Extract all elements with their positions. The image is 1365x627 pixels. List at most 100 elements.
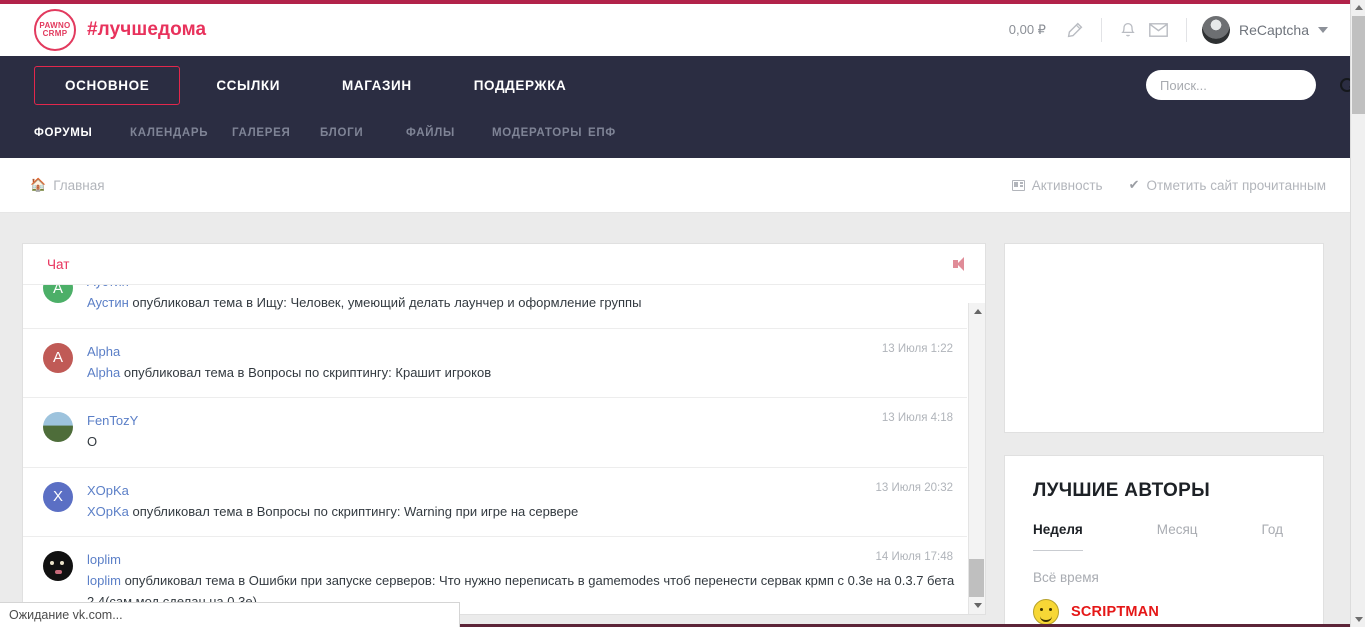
page-content: Чат А Аустин Аустин опубликовал тема в И… bbox=[0, 213, 1350, 625]
header-divider bbox=[1100, 18, 1102, 42]
brand-logo[interactable]: PAWNO CRMP #лучшедома bbox=[34, 9, 206, 51]
message-text: О bbox=[87, 432, 955, 453]
user-menu[interactable]: ReCaptcha bbox=[1201, 16, 1328, 44]
sidebar-item-moderators[interactable]: МОДЕРАТОРЫ bbox=[492, 121, 588, 145]
message-author-inline[interactable]: Аустин bbox=[87, 295, 129, 310]
breadcrumb-actions: Активность ✔ Отметить сайт прочитанным bbox=[1011, 177, 1326, 193]
message-author[interactable]: FenTozY bbox=[87, 413, 138, 428]
main-column: Чат А Аустин Аустин опубликовал тема в И… bbox=[22, 243, 986, 625]
envelope-icon[interactable] bbox=[1143, 15, 1175, 45]
activity-link[interactable]: Активность bbox=[1011, 177, 1103, 193]
message-text: Alpha опубликовал тема в Вопросы по скри… bbox=[87, 363, 955, 384]
mark-site-read-label: Отметить сайт прочитанным bbox=[1146, 177, 1327, 193]
check-icon: ✔ bbox=[1128, 177, 1140, 192]
page-title: ЛУЧШИЕ АВТОРЫ bbox=[1033, 480, 1211, 501]
avatar bbox=[43, 551, 73, 582]
message-author-inline[interactable]: Alpha bbox=[87, 365, 120, 380]
chevron-down-icon bbox=[1318, 27, 1328, 33]
list-item[interactable]: А Аустин Аустин опубликовал тема в Ищу: … bbox=[23, 284, 967, 329]
best-authors-tabs: Неделя Месяц Год bbox=[1005, 522, 1323, 551]
chat-message-area: А Аустин Аустин опубликовал тема в Ищу: … bbox=[23, 284, 985, 614]
list-item[interactable]: FenTozY О 13 Июля 4:18 bbox=[23, 398, 967, 468]
chat-panel: Чат А Аустин Аустин опубликовал тема в И… bbox=[22, 243, 986, 615]
search-container bbox=[1146, 70, 1350, 100]
ad-widget bbox=[1004, 243, 1324, 433]
tab-chat[interactable]: Чат bbox=[47, 257, 69, 272]
sidebar-column: ЛУЧШИЕ АВТОРЫ Неделя Месяц Год Всё время… bbox=[1004, 243, 1324, 625]
avatar: X bbox=[43, 481, 73, 512]
message-author-inline[interactable]: XOpKa bbox=[87, 504, 129, 519]
page-scrollbar[interactable] bbox=[1350, 0, 1365, 627]
page-root: PAWNO CRMP #лучшедома 0,00 ₽ ReCaptcha О… bbox=[0, 0, 1350, 627]
message-timestamp: 14 Июля 17:48 bbox=[875, 551, 953, 564]
logo-line-2: CRMP bbox=[42, 29, 68, 38]
chat-message-list: А Аустин Аустин опубликовал тема в Ищу: … bbox=[23, 284, 967, 614]
avatar: А bbox=[43, 285, 73, 303]
pencil-icon[interactable] bbox=[1060, 15, 1090, 45]
breadcrumb[interactable]: 🏠 Главная bbox=[30, 177, 105, 193]
tab-year[interactable]: Год bbox=[1262, 522, 1284, 551]
chat-scrollbar[interactable] bbox=[968, 303, 985, 614]
nav-item-links[interactable]: ССЫЛКИ bbox=[198, 67, 298, 104]
sidebar-item-gallery[interactable]: ГАЛЕРЕЯ bbox=[232, 121, 320, 145]
message-text: XOpKa опубликовал тема в Вопросы по скри… bbox=[87, 502, 955, 523]
header-actions: 0,00 ₽ ReCaptcha bbox=[1009, 15, 1328, 45]
site-header: PAWNO CRMP #лучшедома 0,00 ₽ ReCaptcha bbox=[0, 4, 1350, 56]
message-author[interactable]: XOpKa bbox=[87, 483, 129, 498]
scroll-down-icon[interactable] bbox=[969, 597, 985, 614]
pawno-crmp-logo-icon: PAWNO CRMP bbox=[34, 9, 76, 51]
scroll-down-icon[interactable] bbox=[1351, 612, 1365, 627]
header-divider-2 bbox=[1185, 18, 1187, 42]
mark-site-read-link[interactable]: ✔ Отметить сайт прочитанным bbox=[1129, 177, 1326, 193]
list-item[interactable]: A Alpha Alpha опубликовал тема в Вопросы… bbox=[23, 329, 967, 399]
scrollbar-thumb[interactable] bbox=[1352, 16, 1365, 114]
scroll-up-icon[interactable] bbox=[969, 303, 985, 320]
activity-icon bbox=[1011, 179, 1025, 191]
secondary-nav: ФОРУМЫ КАЛЕНДАРЬ ГАЛЕРЕЯ БЛОГИ ФАЙЛЫ МОД… bbox=[34, 114, 1316, 158]
scroll-up-icon[interactable] bbox=[1351, 0, 1365, 15]
activity-label: Активность bbox=[1031, 177, 1103, 193]
tab-week[interactable]: Неделя bbox=[1033, 522, 1083, 551]
search-input[interactable] bbox=[1160, 77, 1336, 93]
brand-slogan: #лучшедома bbox=[87, 19, 207, 40]
sidebar-item-calendar[interactable]: КАЛЕНДАРЬ bbox=[130, 121, 232, 145]
avatar bbox=[1201, 16, 1230, 44]
nav-item-support[interactable]: ПОДДЕРЖКА bbox=[456, 67, 585, 104]
message-author[interactable]: Alpha bbox=[87, 344, 120, 359]
speaker-icon[interactable] bbox=[953, 256, 969, 272]
message-author-inline[interactable]: loplim bbox=[87, 573, 121, 588]
sidebar-item-files[interactable]: ФАЙЛЫ bbox=[406, 121, 492, 145]
message-timestamp: 10 Июля 7:05 bbox=[882, 284, 953, 285]
sidebar-item-epf[interactable]: ЕПФ bbox=[588, 121, 616, 145]
sidebar-item-blogs[interactable]: БЛОГИ bbox=[320, 121, 406, 145]
search-box[interactable] bbox=[1146, 70, 1350, 100]
list-item[interactable]: X XOpKa XOpKa опубликовал тема в Вопросы… bbox=[23, 468, 967, 538]
avatar bbox=[43, 412, 73, 443]
message-author[interactable]: Аустин bbox=[87, 285, 129, 289]
sidebar-item-forums[interactable]: ФОРУМЫ bbox=[34, 121, 130, 145]
message-body: О bbox=[87, 434, 98, 450]
message-timestamp: 13 Июля 1:22 bbox=[881, 342, 953, 355]
message-body: опубликовал тема в Ищу: Человек, умеющий… bbox=[128, 295, 642, 310]
nav-item-shop[interactable]: МАГАЗИН bbox=[324, 67, 430, 104]
best-authors-widget: ЛУЧШИЕ АВТОРЫ Неделя Месяц Год Всё время… bbox=[1004, 455, 1324, 625]
tab-all-time[interactable]: Всё время bbox=[1005, 551, 1323, 585]
home-icon: 🏠 bbox=[30, 177, 47, 192]
tab-month[interactable]: Месяц bbox=[1157, 522, 1198, 551]
author-name-label[interactable]: SCRIPTMAN bbox=[1071, 604, 1159, 620]
message-text: Аустин опубликовал тема в Ищу: Человек, … bbox=[87, 293, 955, 314]
breadcrumb-home-label: Главная bbox=[53, 177, 105, 193]
message-body: опубликовал тема в Вопросы по скриптингу… bbox=[120, 364, 492, 380]
message-author[interactable]: loplim bbox=[87, 552, 121, 567]
chat-header: Чат bbox=[23, 244, 985, 284]
breadcrumb-bar: 🏠 Главная Активность ✔ Отметить сайт про… bbox=[0, 158, 1350, 213]
scrollbar-thumb[interactable] bbox=[969, 559, 984, 597]
message-timestamp: 13 Июля 4:18 bbox=[881, 412, 953, 425]
list-item[interactable]: SCRIPTMAN bbox=[1005, 585, 1323, 624]
user-name-label: ReCaptcha bbox=[1238, 22, 1309, 38]
message-timestamp: 13 Июля 20:32 bbox=[875, 481, 953, 494]
bell-icon[interactable] bbox=[1113, 15, 1143, 45]
browser-status-bar: Ожидание vk.com... bbox=[0, 602, 460, 627]
nav-item-main[interactable]: ОСНОВНОЕ bbox=[34, 65, 181, 105]
account-balance: 0,00 ₽ bbox=[1008, 22, 1046, 37]
